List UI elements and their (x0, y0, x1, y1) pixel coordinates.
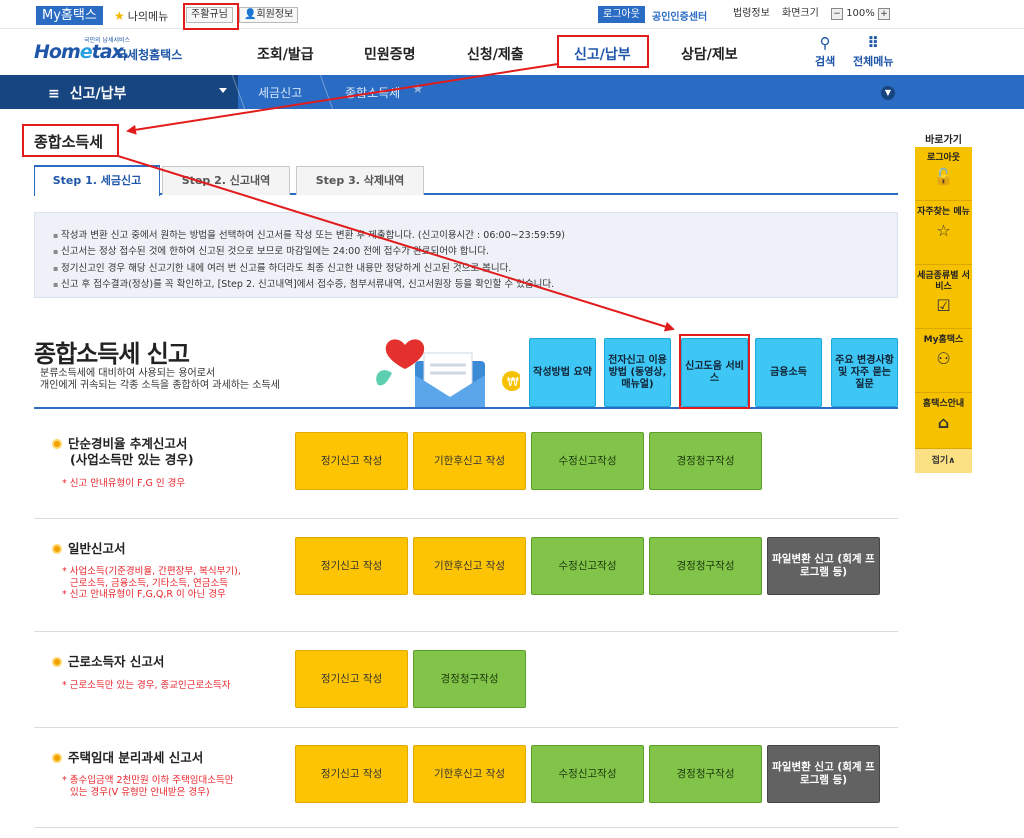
arrow-to-title (126, 63, 559, 135)
arrow-to-help-tile (117, 155, 675, 332)
page-root: My홈택스 ★ 나의메뉴 주활규님 👤회원정보 로그아웃 공인인증센터 법령정보 … (0, 0, 1024, 838)
annotation-arrows (117, 63, 675, 332)
